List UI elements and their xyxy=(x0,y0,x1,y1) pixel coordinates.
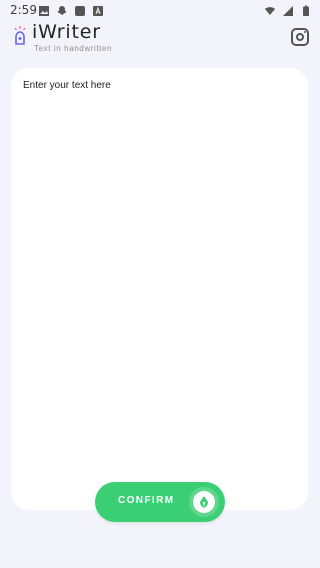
instagram-dot xyxy=(304,31,306,33)
pen-light-icon xyxy=(10,24,30,46)
wifi-icon xyxy=(264,4,276,16)
snapchat-icon xyxy=(56,4,68,16)
image-icon xyxy=(38,4,50,16)
status-bar: 2:59 xyxy=(0,0,320,20)
text-input[interactable]: Enter your text here xyxy=(23,80,111,91)
battery-icon xyxy=(300,4,312,16)
confirm-label: CONFIRM xyxy=(118,495,175,506)
signal-icon xyxy=(282,4,294,16)
text-editor-card[interactable]: Enter your text here xyxy=(11,68,308,510)
instagram-lens xyxy=(296,33,304,41)
instagram-button[interactable] xyxy=(291,28,309,46)
status-time: 2:59 xyxy=(10,3,37,17)
app-title: iWriter xyxy=(32,21,101,43)
confirm-icon-wrap xyxy=(189,487,219,517)
confirm-button[interactable]: CONFIRM xyxy=(95,482,225,522)
status-icons-left xyxy=(38,4,104,16)
app-icon xyxy=(74,4,86,16)
pen-nib-icon xyxy=(193,491,215,513)
status-icons-right xyxy=(264,4,312,16)
font-icon xyxy=(92,4,104,16)
app-subtitle: Text in handwritten xyxy=(34,44,113,53)
app-header: iWriter Text in handwritten xyxy=(0,20,320,66)
